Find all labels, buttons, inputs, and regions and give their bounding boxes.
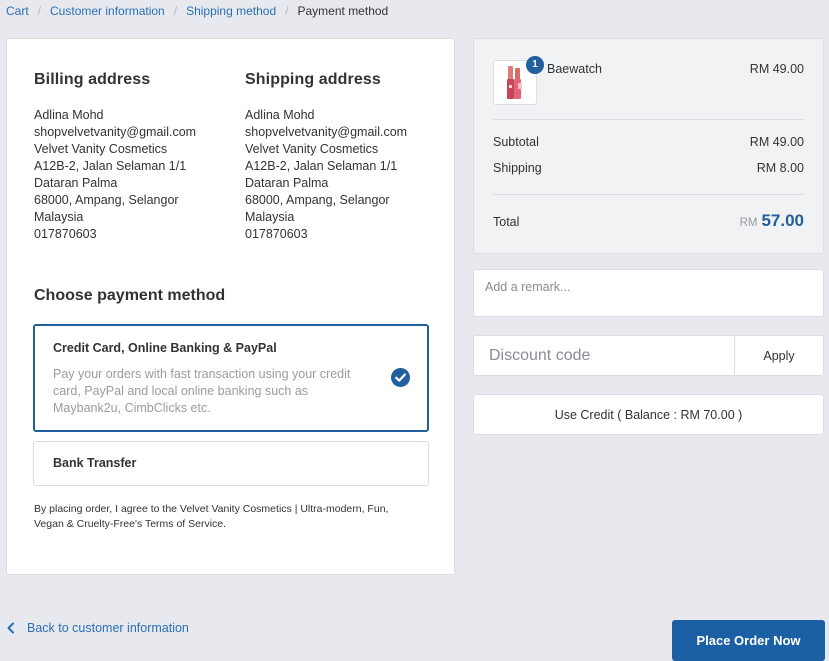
breadcrumb-separator: / bbox=[173, 4, 178, 18]
shipping-value: RM 8.00 bbox=[756, 161, 804, 175]
breadcrumb: Cart / Customer information / Shipping m… bbox=[6, 4, 388, 18]
payment-option-name: Bank Transfer bbox=[53, 456, 137, 470]
lipstick-product-image: 1 bbox=[493, 56, 544, 105]
total-currency: RM bbox=[739, 217, 758, 229]
back-to-customer-information-link[interactable]: Back to customer information bbox=[6, 621, 189, 635]
payment-option-description: Pay your orders with fast transaction us… bbox=[53, 367, 351, 415]
terms-notice: By placing order, I agree to the Velvet … bbox=[34, 503, 389, 530]
discount-code-input[interactable] bbox=[473, 335, 735, 376]
shipping-line: shopvelvetvanity@gmail.com bbox=[245, 125, 408, 139]
billing-address: Billing address Adlina Mohd shopvelvetva… bbox=[34, 71, 224, 243]
breadcrumb-current: Payment method bbox=[297, 4, 389, 18]
checkout-main-panel: Billing address Adlina Mohd shopvelvetva… bbox=[6, 38, 455, 575]
product-price: RM 49.00 bbox=[749, 62, 804, 76]
billing-line: A12B-2, Jalan Selaman 1/1 bbox=[34, 159, 187, 173]
total-value: RM 57.00 bbox=[740, 211, 804, 231]
use-credit-button[interactable]: Use Credit ( Balance : RM 70.00 ) bbox=[473, 394, 824, 435]
billing-line: Velvet Vanity Cosmetics bbox=[34, 142, 168, 156]
billing-line: 017870603 bbox=[34, 227, 97, 241]
shipping-line: Velvet Vanity Cosmetics bbox=[245, 142, 379, 156]
order-summary: 1 Baewatch RM 49.00 Subtotal RM 49.00 Sh… bbox=[473, 38, 824, 254]
shipping-address: Shipping address Adlina Mohd shopvelvetv… bbox=[245, 71, 435, 243]
shipping-line: Dataran Palma bbox=[245, 176, 329, 190]
product-name: Baewatch bbox=[547, 62, 602, 76]
summary-divider bbox=[493, 194, 804, 195]
breadcrumb-shipping-method[interactable]: Shipping method bbox=[186, 4, 276, 18]
total-label: Total bbox=[493, 215, 520, 229]
breadcrumb-customer-information[interactable]: Customer information bbox=[50, 4, 165, 18]
total-amount: 57.00 bbox=[761, 211, 804, 230]
shipping-label: Shipping bbox=[493, 161, 542, 175]
billing-line: Malaysia bbox=[34, 210, 84, 224]
summary-divider bbox=[493, 119, 804, 120]
apply-discount-button[interactable]: Apply bbox=[734, 335, 824, 376]
place-order-button[interactable]: Place Order Now bbox=[672, 620, 825, 661]
billing-line: shopvelvetvanity@gmail.com bbox=[34, 125, 197, 139]
back-link-label: Back to customer information bbox=[27, 621, 189, 635]
breadcrumb-cart[interactable]: Cart bbox=[6, 4, 29, 18]
shipping-line: 017870603 bbox=[245, 227, 308, 241]
chevron-left-icon bbox=[7, 622, 14, 634]
subtotal-label: Subtotal bbox=[493, 135, 539, 149]
payment-method-title: Choose payment method bbox=[34, 287, 226, 304]
payment-option-name: Credit Card, Online Banking & PayPal bbox=[53, 341, 277, 355]
remark-input[interactable] bbox=[473, 269, 824, 317]
shipping-address-title: Shipping address bbox=[245, 71, 381, 88]
shipping-line: A12B-2, Jalan Selaman 1/1 bbox=[245, 159, 398, 173]
payment-option-credit-card[interactable]: Credit Card, Online Banking & PayPal Pay… bbox=[33, 324, 429, 432]
check-circle-icon bbox=[391, 368, 410, 387]
payment-option-bank-transfer[interactable]: Bank Transfer bbox=[33, 441, 429, 486]
billing-line: Dataran Palma bbox=[34, 176, 118, 190]
billing-line: 68000, Ampang, Selangor bbox=[34, 193, 179, 207]
billing-line: Adlina Mohd bbox=[34, 108, 104, 122]
shipping-line: Malaysia bbox=[245, 210, 295, 224]
shipping-line: Adlina Mohd bbox=[245, 108, 315, 122]
quantity-badge: 1 bbox=[526, 56, 544, 74]
breadcrumb-separator: / bbox=[37, 4, 42, 18]
breadcrumb-separator: / bbox=[285, 4, 289, 18]
shipping-line: 68000, Ampang, Selangor bbox=[245, 193, 390, 207]
billing-address-title: Billing address bbox=[34, 71, 151, 88]
subtotal-value: RM 49.00 bbox=[749, 135, 804, 149]
